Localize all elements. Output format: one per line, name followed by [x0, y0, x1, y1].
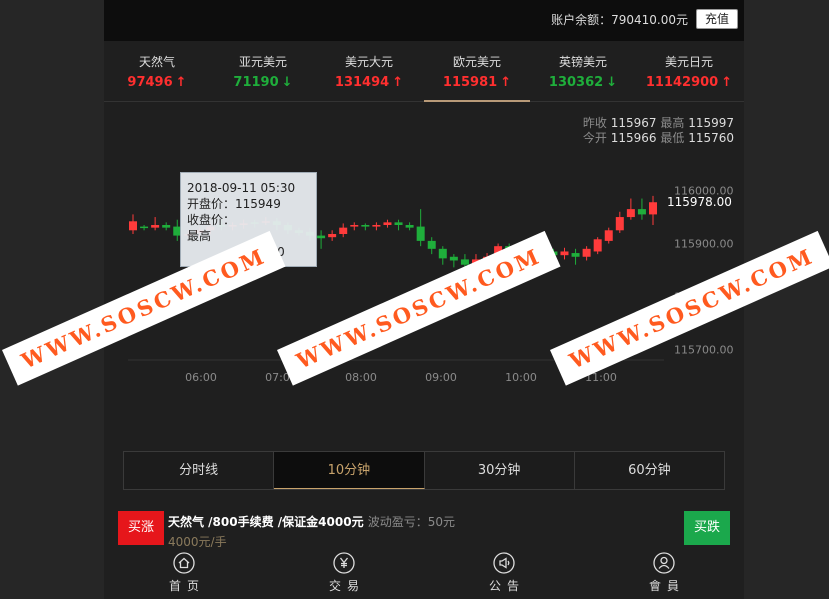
candle-body — [140, 226, 149, 229]
candle-body — [582, 248, 591, 257]
tab-price: 130362 ↓ — [548, 75, 618, 90]
recharge-button[interactable]: 充值 — [696, 9, 738, 29]
tab-eur-usd[interactable]: 欧元美元 115981 ↑ — [424, 41, 530, 102]
candle-body — [317, 235, 326, 239]
arrow-up-icon: ↑ — [500, 75, 512, 90]
candle-body — [129, 221, 137, 231]
tab-price: 115981 ↑ — [442, 75, 512, 90]
open-label: 今开 — [582, 131, 607, 145]
candle-body — [626, 209, 635, 218]
candle-body — [427, 240, 436, 249]
candle-body — [383, 222, 392, 225]
candle-body — [350, 225, 359, 227]
candle-body — [593, 239, 602, 252]
x-tick-label: 06:00 — [185, 371, 217, 384]
nav-label: 首页 — [168, 579, 205, 593]
nav-label: 會員 — [648, 579, 685, 593]
tab-price: 11142900 ↑ — [645, 75, 733, 90]
y-tick-label: 115900.00 — [674, 238, 734, 251]
period-60min[interactable]: 60分钟 — [574, 452, 724, 489]
candle-body — [328, 234, 337, 238]
price-stats: 昨收 115967 最高 115997 今开 115966 最低 115760 — [583, 116, 734, 146]
tab-price: 71190 ↓ — [233, 75, 293, 90]
period-timeshare[interactable]: 分时线 — [124, 452, 275, 489]
candle-body — [339, 227, 348, 234]
high-value: 115997 — [688, 116, 734, 130]
tab-price: 131494 ↑ — [334, 75, 404, 90]
megaphone-icon — [493, 552, 515, 574]
tab-name: 英镑美元 — [558, 55, 607, 69]
high-label: 最高 — [660, 116, 685, 130]
tab-aud-usd[interactable]: 亚元美元 71190 ↓ — [210, 41, 316, 102]
candle-body — [637, 209, 646, 215]
tab-price: 97496 ↑ — [127, 75, 187, 90]
nav-home[interactable]: 首页 — [104, 547, 264, 599]
candle-body — [604, 230, 613, 241]
arrow-up-icon: ↑ — [721, 75, 733, 90]
tab-name: 美元日元 — [664, 55, 713, 69]
candle-body — [416, 226, 425, 241]
arrow-up-icon: ↑ — [392, 75, 404, 90]
product-tabs: 天然气 97496 ↑ 亚元美元 71190 ↓ 美元大元 131494 ↑ 欧元美元… — [104, 41, 744, 102]
yen-icon — [333, 552, 355, 574]
candle-body — [449, 256, 458, 261]
arrow-down-icon: ↓ — [281, 75, 293, 90]
buy-down-button[interactable]: 买跌 — [684, 511, 730, 545]
nav-label: 交易 — [328, 579, 365, 593]
bottom-nav: 首页 交易 公告 會員 — [104, 547, 744, 599]
user-icon — [653, 552, 675, 574]
tooltip-close: 收盘价： — [187, 213, 236, 227]
period-30min[interactable]: 30分钟 — [424, 452, 575, 489]
candle-body — [151, 225, 160, 228]
tab-gbp-usd[interactable]: 英镑美元 130362 ↓ — [530, 41, 636, 102]
nav-trade[interactable]: 交易 — [264, 547, 424, 599]
tab-name: 美元大元 — [344, 55, 393, 69]
x-tick-label: 10:00 — [505, 371, 537, 384]
tab-name: 欧元美元 — [452, 55, 501, 69]
arrow-down-icon: ↓ — [606, 75, 618, 90]
period-selector: 分时线 10分钟 30分钟 60分钟 — [123, 451, 725, 490]
float-pnl: 波动盈亏：50元 — [367, 515, 456, 529]
tab-natural-gas[interactable]: 天然气 97496 ↑ — [104, 41, 210, 102]
home-icon — [173, 552, 195, 574]
period-10min[interactable]: 10分钟 — [274, 452, 425, 489]
prev-close-value: 115967 — [610, 116, 657, 130]
trade-info: 天然气 /800手续费 /保证金4000元 波动盈亏：50元 — [168, 513, 455, 530]
candle-body — [649, 202, 657, 215]
candle-body — [560, 251, 569, 256]
nav-label: 公告 — [488, 579, 525, 593]
nav-notice[interactable]: 公告 — [424, 547, 584, 599]
y-tick-label: 115700.00 — [674, 343, 734, 356]
candle-body — [405, 225, 414, 228]
nav-member[interactable]: 會員 — [584, 547, 744, 599]
candle-body — [438, 248, 447, 259]
current-price-label: 115978.00 — [667, 195, 732, 209]
low-label: 最低 — [660, 131, 685, 145]
x-tick-label: 09:00 — [425, 371, 457, 384]
candle-body — [361, 225, 370, 227]
buy-up-button[interactable]: 买涨 — [118, 511, 164, 545]
candle-body — [372, 225, 381, 227]
candle-body — [615, 217, 624, 231]
trade-panel: 买涨 天然气 /800手续费 /保证金4000元 波动盈亏：50元 4000元/… — [118, 511, 730, 549]
candle-body — [394, 222, 403, 225]
tab-name: 天然气 — [138, 55, 175, 69]
low-value: 115760 — [688, 131, 734, 145]
account-balance: 账户余额：790410.00元 — [551, 13, 688, 27]
tab-usd-cad[interactable]: 美元大元 131494 ↑ — [316, 41, 422, 102]
candle-body — [571, 253, 580, 257]
prev-close-label: 昨收 — [582, 116, 607, 130]
top-bar: 账户余额：790410.00元 充值 — [104, 0, 744, 41]
arrow-up-icon: ↑ — [175, 75, 187, 90]
tooltip-open: 开盘价：115949 — [187, 197, 281, 211]
trade-product: 天然气 /800手续费 /保证金4000元 — [168, 515, 364, 529]
tab-name: 亚元美元 — [238, 55, 287, 69]
candle-body — [162, 225, 171, 228]
tab-usd-jpy[interactable]: 美元日元 11142900 ↑ — [636, 41, 742, 102]
open-value: 115966 — [610, 131, 657, 145]
tooltip-time: 2018-09-11 05:30 — [187, 181, 296, 195]
x-tick-label: 08:00 — [345, 371, 377, 384]
